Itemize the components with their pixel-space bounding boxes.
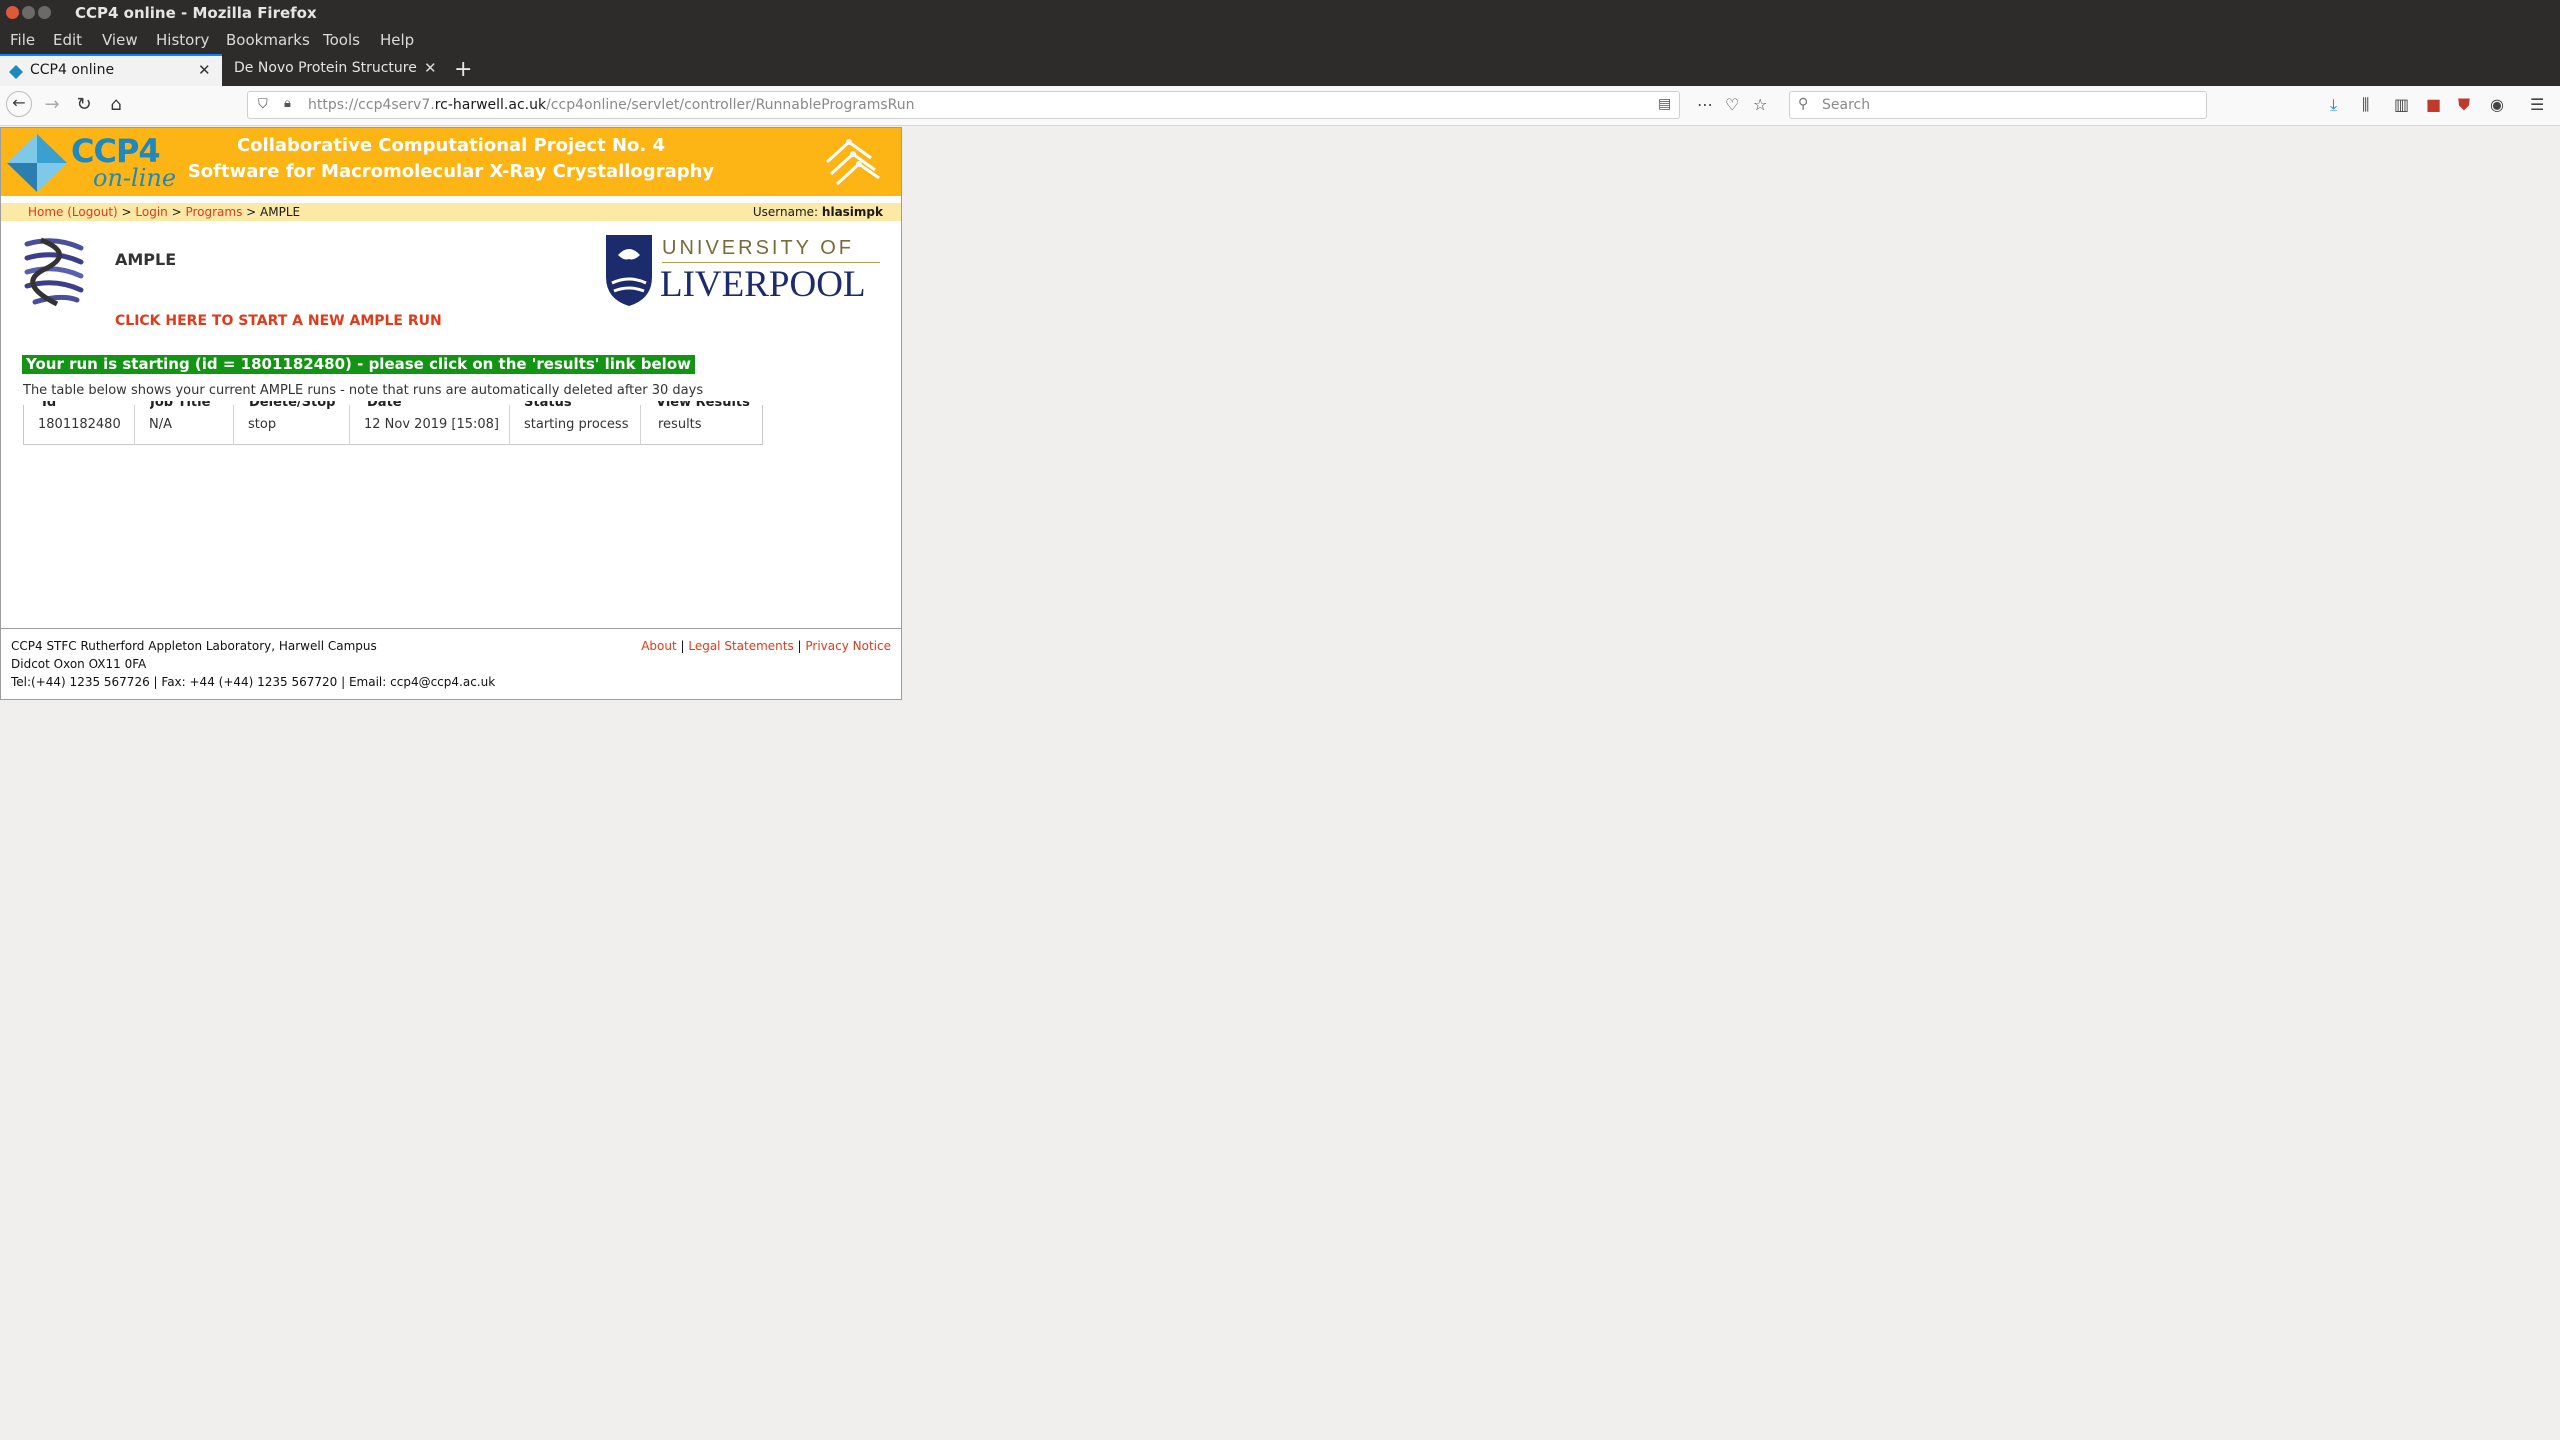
- cell-job-title: N/A: [149, 417, 172, 432]
- ccp4-banner: CCP4 on-line Collaborative Computational…: [1, 128, 901, 196]
- tab-title: CCP4 online: [30, 62, 115, 78]
- cell-status: starting process: [524, 417, 629, 432]
- start-new-run-link[interactable]: CLICK HERE TO START A NEW AMPLE RUN: [115, 313, 442, 329]
- url-text[interactable]: https://ccp4serv7.rc-harwell.ac.uk/ccp4o…: [308, 97, 914, 113]
- page-content: CCP4 on-line Collaborative Computational…: [0, 127, 902, 700]
- pocket-icon[interactable]: ♡: [1725, 95, 1739, 114]
- footer-links: About | Legal Statements | Privacy Notic…: [641, 639, 891, 653]
- back-arrow-icon[interactable]: ←: [6, 91, 32, 117]
- username-display: Username: hlasimpk: [752, 205, 883, 219]
- account-icon[interactable]: ◉: [2490, 95, 2504, 114]
- tracking-shield-icon[interactable]: ⛉: [258, 97, 268, 112]
- breadcrumb-current: AMPLE: [260, 205, 301, 219]
- new-tab-plus-icon[interactable]: +: [454, 57, 472, 82]
- close-tab-icon[interactable]: ✕: [198, 61, 211, 79]
- menu-bookmarks[interactable]: Bookmarks: [226, 31, 310, 49]
- run-status-notice: Your run is starting (id = 1801182480) -…: [22, 355, 695, 374]
- page-footer: CCP4 STFC Rutherford Appleton Laboratory…: [1, 628, 901, 700]
- liverpool-text: LIVERPOOL: [660, 264, 866, 305]
- tab-ccp4-online[interactable]: CCP4 online ✕: [0, 54, 222, 86]
- footer-legal-link[interactable]: Legal Statements: [688, 639, 793, 653]
- window-close-button[interactable]: [6, 6, 19, 19]
- breadcrumb-login-link[interactable]: Login: [135, 205, 167, 219]
- window-minimize-button[interactable]: [22, 6, 35, 19]
- crystal-structure-icon: [825, 139, 880, 186]
- breadcrumb: Home (Logout) > Login > Programs > AMPLE…: [1, 203, 901, 221]
- view-results-link[interactable]: results: [658, 417, 702, 432]
- search-placeholder: Search: [1822, 97, 1871, 113]
- url-bar[interactable]: ⛉ 🔒︎ https://ccp4serv7.rc-harwell.ac.uk/…: [247, 91, 1680, 119]
- footer-contact: Tel:(+44) 1235 567726 | Fax: +44 (+44) 1…: [11, 675, 496, 689]
- sidebar-icon[interactable]: ▥: [2394, 95, 2409, 114]
- tab-de-novo-protein[interactable]: De Novo Protein Structure ✕: [224, 54, 448, 86]
- banner-title: Collaborative Computational Project No. …: [236, 135, 666, 156]
- university-of-text: UNIVERSITY OF: [662, 237, 854, 259]
- breadcrumb-programs-link[interactable]: Programs: [185, 205, 242, 219]
- table-note: The table below shows your current AMPLE…: [23, 383, 704, 398]
- lock-icon[interactable]: 🔒︎: [284, 96, 291, 111]
- breadcrumb-home-link[interactable]: Home (Logout): [28, 205, 118, 219]
- cell-date: 12 Nov 2019 [15:08]: [364, 417, 500, 432]
- liverpool-crest-icon: [606, 235, 652, 306]
- menu-history[interactable]: History: [156, 31, 209, 49]
- search-icon: ⚲: [1798, 96, 1809, 112]
- navigation-bar: ← → ↻ ⌂ ⛉ 🔒︎ https://ccp4serv7.rc-harwel…: [0, 86, 2560, 126]
- menu-help[interactable]: Help: [380, 31, 414, 49]
- forward-arrow-icon[interactable]: →: [40, 94, 64, 115]
- window-titlebar: CCP4 online - Mozilla Firefox: [0, 0, 2560, 26]
- footer-address-line1: CCP4 STFC Rutherford Appleton Laboratory…: [11, 639, 377, 653]
- reload-icon[interactable]: ↻: [72, 94, 96, 115]
- ample-logo-icon: [24, 237, 84, 307]
- addon-icon[interactable]: ■: [2426, 95, 2441, 114]
- page-actions-icon[interactable]: ⋯: [1697, 95, 1713, 114]
- window-title: CCP4 online - Mozilla Firefox: [75, 4, 317, 22]
- footer-about-link[interactable]: About: [641, 639, 676, 653]
- library-icon[interactable]: ⫼: [2362, 95, 2369, 115]
- bookmark-star-icon[interactable]: ☆: [1753, 95, 1767, 114]
- downloads-icon[interactable]: ⤓: [2330, 95, 2337, 115]
- tab-bar: CCP4 online ✕ De Novo Protein Structure …: [0, 54, 2560, 86]
- menu-tools[interactable]: Tools: [323, 31, 360, 49]
- ublock-icon[interactable]: ⛊: [2458, 95, 2470, 115]
- footer-privacy-link[interactable]: Privacy Notice: [805, 639, 891, 653]
- cell-id: 1801182480: [38, 417, 121, 432]
- hamburger-menu-icon[interactable]: ☰: [2530, 95, 2544, 114]
- menu-file[interactable]: File: [10, 31, 35, 49]
- menu-edit[interactable]: Edit: [53, 31, 82, 49]
- tab-title: De Novo Protein Structure: [234, 60, 417, 76]
- menu-view[interactable]: View: [102, 31, 138, 49]
- ccp4-favicon-icon: [9, 65, 23, 79]
- banner-subtitle: Software for Macromolecular X-Ray Crysta…: [187, 161, 715, 182]
- search-bar[interactable]: ⚲ Search: [1789, 91, 2207, 119]
- stop-run-link[interactable]: stop: [248, 417, 276, 432]
- close-tab-icon[interactable]: ✕: [424, 59, 437, 77]
- menu-bar: File Edit View History Bookmarks Tools H…: [0, 26, 2560, 54]
- reader-view-icon[interactable]: ▤: [1658, 96, 1671, 112]
- window-maximize-button[interactable]: [38, 6, 51, 19]
- footer-address-line2: Didcot Oxon OX11 0FA: [11, 657, 147, 671]
- university-of-liverpool-logo: UNIVERSITY OF LIVERPOOL: [604, 233, 880, 309]
- program-name: AMPLE: [115, 250, 177, 269]
- runs-table: Id Job Title Delete/Stop Date Status Vie…: [23, 401, 763, 445]
- home-icon[interactable]: ⌂: [104, 94, 128, 115]
